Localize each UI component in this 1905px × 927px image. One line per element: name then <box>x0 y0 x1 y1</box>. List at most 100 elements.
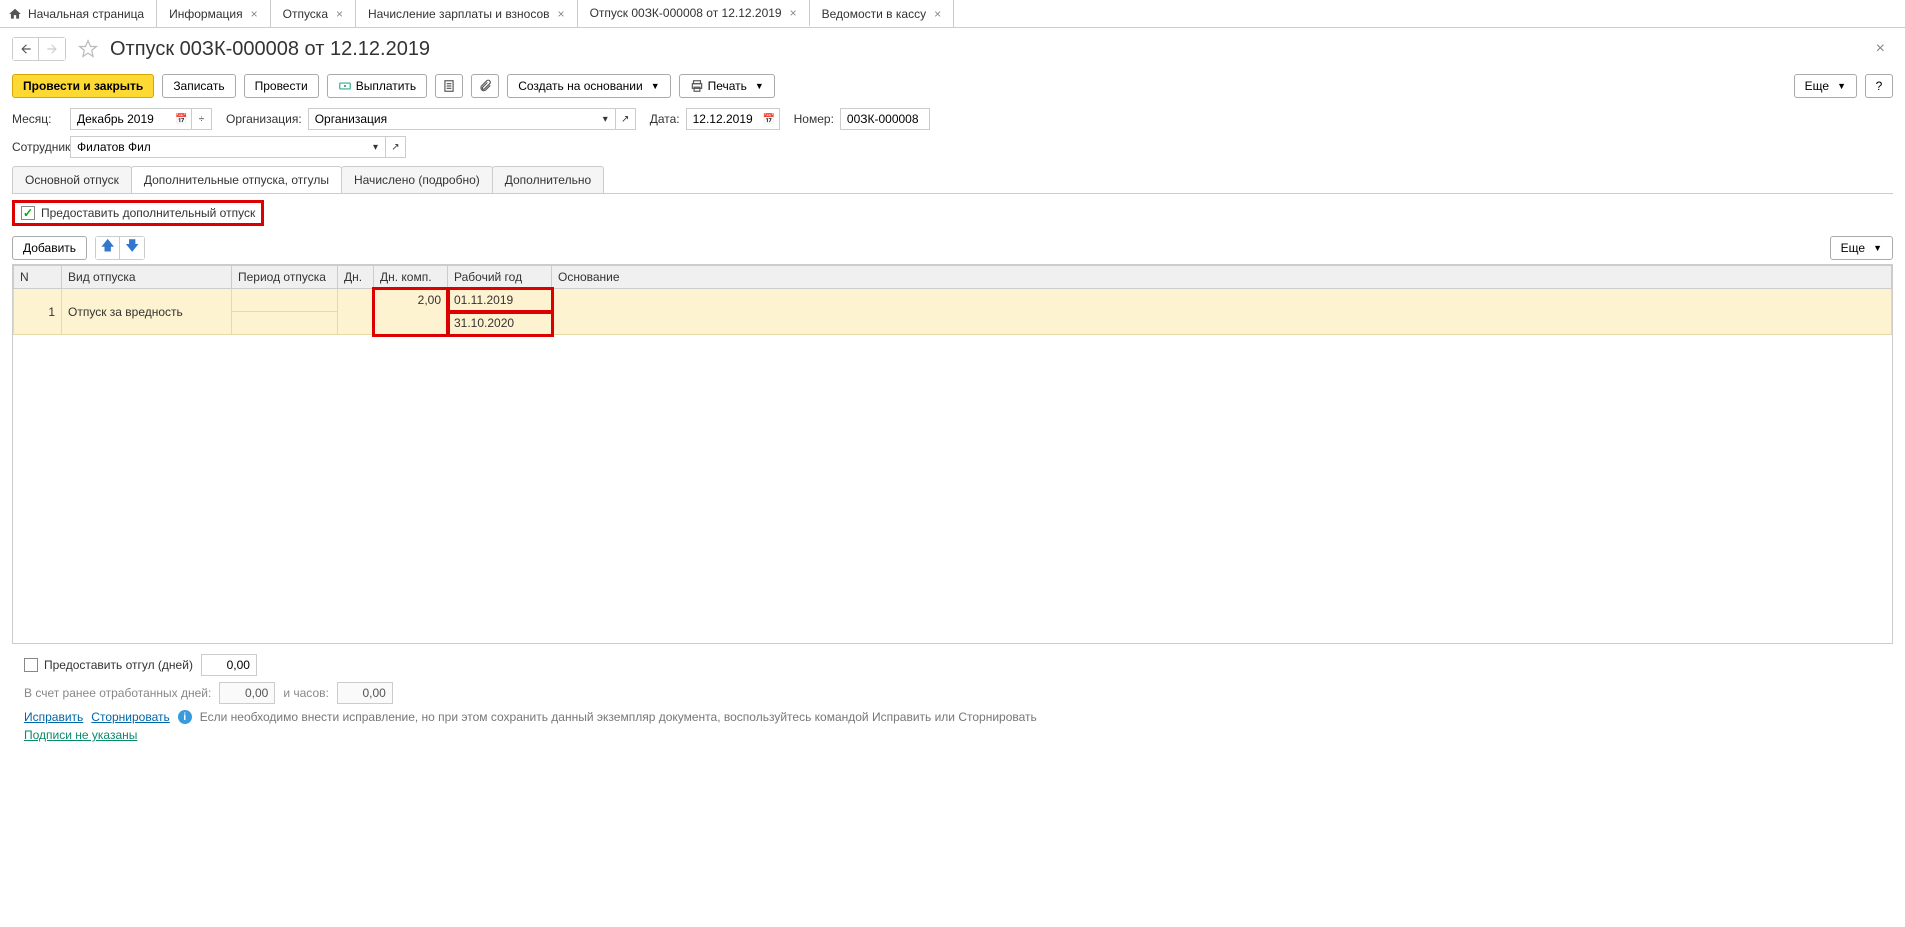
date-label: Дата: <box>650 112 680 126</box>
table-row[interactable]: 1 Отпуск за вредность 2,00 01.11.2019 <box>14 289 1892 312</box>
tab-vacations[interactable]: Отпуска × <box>271 0 356 27</box>
tab-label: Начисление зарплаты и взносов <box>368 7 550 21</box>
org-input[interactable] <box>308 108 596 130</box>
tab-cash-statements[interactable]: Ведомости в кассу × <box>810 0 954 27</box>
printer-icon <box>690 79 704 93</box>
more-button[interactable]: Еще▼ <box>1794 74 1857 98</box>
calendar-icon[interactable]: 📅 <box>760 108 780 130</box>
close-icon[interactable]: × <box>251 7 258 21</box>
storno-link[interactable]: Сторнировать <box>91 710 169 724</box>
fix-link[interactable]: Исправить <box>24 710 83 724</box>
tab-payroll[interactable]: Начисление зарплаты и взносов × <box>356 0 578 27</box>
cell-n[interactable]: 1 <box>14 289 62 335</box>
org-input-group: ▾ ↗ <box>308 108 636 130</box>
move-row-buttons: 🡅 🡇 <box>95 236 145 260</box>
chevron-down-icon: ▼ <box>651 81 660 91</box>
move-down-button[interactable]: 🡇 <box>120 237 144 259</box>
move-up-button[interactable]: 🡅 <box>96 237 120 259</box>
chevron-down-icon[interactable]: ▾ <box>366 136 386 158</box>
tab-label: Информация <box>169 7 242 21</box>
star-icon[interactable] <box>78 39 98 59</box>
table-header-row: N Вид отпуска Период отпуска Дн. Дн. ком… <box>14 266 1892 289</box>
document-icon <box>442 79 456 93</box>
chevron-down-icon[interactable]: ▾ <box>596 108 616 130</box>
col-n[interactable]: N <box>14 266 62 289</box>
cell-period-to[interactable] <box>232 312 338 335</box>
number-input[interactable] <box>840 108 930 130</box>
col-work-year[interactable]: Рабочий год <box>448 266 552 289</box>
month-input[interactable] <box>70 108 172 130</box>
checkbox-icon <box>24 658 38 672</box>
close-icon[interactable]: × <box>934 7 941 21</box>
title-bar: Отпуск 00ЗК-000008 от 12.12.2019 × <box>0 28 1905 70</box>
tab-main-vacation[interactable]: Основной отпуск <box>12 166 132 193</box>
org-label: Организация: <box>226 112 302 126</box>
col-basis[interactable]: Основание <box>552 266 1892 289</box>
tab-current-vacation[interactable]: Отпуск 00ЗК-000008 от 12.12.2019 × <box>578 0 810 27</box>
provide-otgul-checkbox[interactable]: Предоставить отгул (дней) <box>24 658 193 672</box>
cell-comp-days[interactable]: 2,00 <box>374 289 448 335</box>
post-close-button[interactable]: Провести и закрыть <box>12 74 154 98</box>
close-page-button[interactable]: × <box>1868 36 1893 62</box>
tab-label: Ведомости в кассу <box>822 7 926 21</box>
save-button[interactable]: Записать <box>162 74 235 98</box>
col-days[interactable]: Дн. <box>338 266 374 289</box>
signatures-link[interactable]: Подписи не указаны <box>24 728 137 742</box>
open-icon[interactable]: ↗ <box>386 136 406 158</box>
document-button[interactable] <box>435 74 463 98</box>
info-text: Если необходимо внести исправление, но п… <box>200 710 1037 724</box>
worked-label: В счет ранее отработанных дней: <box>24 686 211 700</box>
cell-basis[interactable] <box>552 289 1892 335</box>
employee-input-group: ▾ ↗ <box>70 136 406 158</box>
close-icon[interactable]: × <box>336 7 343 21</box>
col-type[interactable]: Вид отпуска <box>62 266 232 289</box>
help-button[interactable]: ? <box>1865 74 1893 98</box>
page-title: Отпуск 00ЗК-000008 от 12.12.2019 <box>110 38 430 61</box>
month-label: Месяц: <box>12 112 64 126</box>
tab-label: Отпуска <box>283 7 328 21</box>
arrow-down-icon: 🡇 <box>125 237 139 259</box>
add-row-button[interactable]: Добавить <box>12 236 87 260</box>
nav-buttons <box>12 37 66 61</box>
table-more-button[interactable]: Еще▼ <box>1830 236 1893 260</box>
tab-accrued-detail[interactable]: Начислено (подробно) <box>341 166 493 193</box>
cell-period-from[interactable] <box>232 289 338 312</box>
back-button[interactable] <box>13 38 39 60</box>
chevron-down-icon: ▼ <box>1873 243 1882 253</box>
chevron-down-icon: ▼ <box>1837 81 1846 91</box>
bottom-section: Предоставить отгул (дней) В счет ранее о… <box>12 644 1893 752</box>
employee-input[interactable] <box>70 136 366 158</box>
tab-label: Начальная страница <box>28 7 144 21</box>
col-comp-days[interactable]: Дн. комп. <box>374 266 448 289</box>
attach-button[interactable] <box>471 74 499 98</box>
calendar-icon[interactable]: 📅 <box>172 108 192 130</box>
app-tabs-bar: Начальная страница Информация × Отпуска … <box>0 0 1905 28</box>
close-icon[interactable]: × <box>558 7 565 21</box>
provide-additional-checkbox[interactable]: Предоставить дополнительный отпуск <box>21 206 255 220</box>
cell-days[interactable] <box>338 289 374 335</box>
cell-work-year-to[interactable]: 31.10.2020 <box>448 312 552 335</box>
pay-button[interactable]: Выплатить <box>327 74 428 98</box>
tab-home[interactable]: Начальная страница <box>0 0 157 27</box>
create-based-button[interactable]: Создать на основании▼ <box>507 74 670 98</box>
tab-additional-vacations[interactable]: Дополнительные отпуска, отгулы <box>131 166 342 193</box>
tab-label: Отпуск 00ЗК-000008 от 12.12.2019 <box>590 6 782 20</box>
money-icon <box>338 79 352 93</box>
tab-info[interactable]: Информация × <box>157 0 271 27</box>
stepper-icon[interactable]: ÷ <box>192 108 212 130</box>
date-input[interactable] <box>686 108 760 130</box>
forward-button[interactable] <box>39 38 65 60</box>
tab-additional[interactable]: Дополнительно <box>492 166 604 193</box>
col-period[interactable]: Период отпуска <box>232 266 338 289</box>
cell-type[interactable]: Отпуск за вредность <box>62 289 232 335</box>
worked-days-input[interactable] <box>219 682 275 704</box>
arrow-right-icon <box>45 42 59 56</box>
close-icon[interactable]: × <box>790 6 797 20</box>
otgul-days-input[interactable] <box>201 654 257 676</box>
chevron-down-icon: ▼ <box>755 81 764 91</box>
print-button[interactable]: Печать▼ <box>679 74 775 98</box>
cell-work-year-from[interactable]: 01.11.2019 <box>448 289 552 312</box>
post-button[interactable]: Провести <box>244 74 319 98</box>
worked-hours-input[interactable] <box>337 682 393 704</box>
open-icon[interactable]: ↗ <box>616 108 636 130</box>
